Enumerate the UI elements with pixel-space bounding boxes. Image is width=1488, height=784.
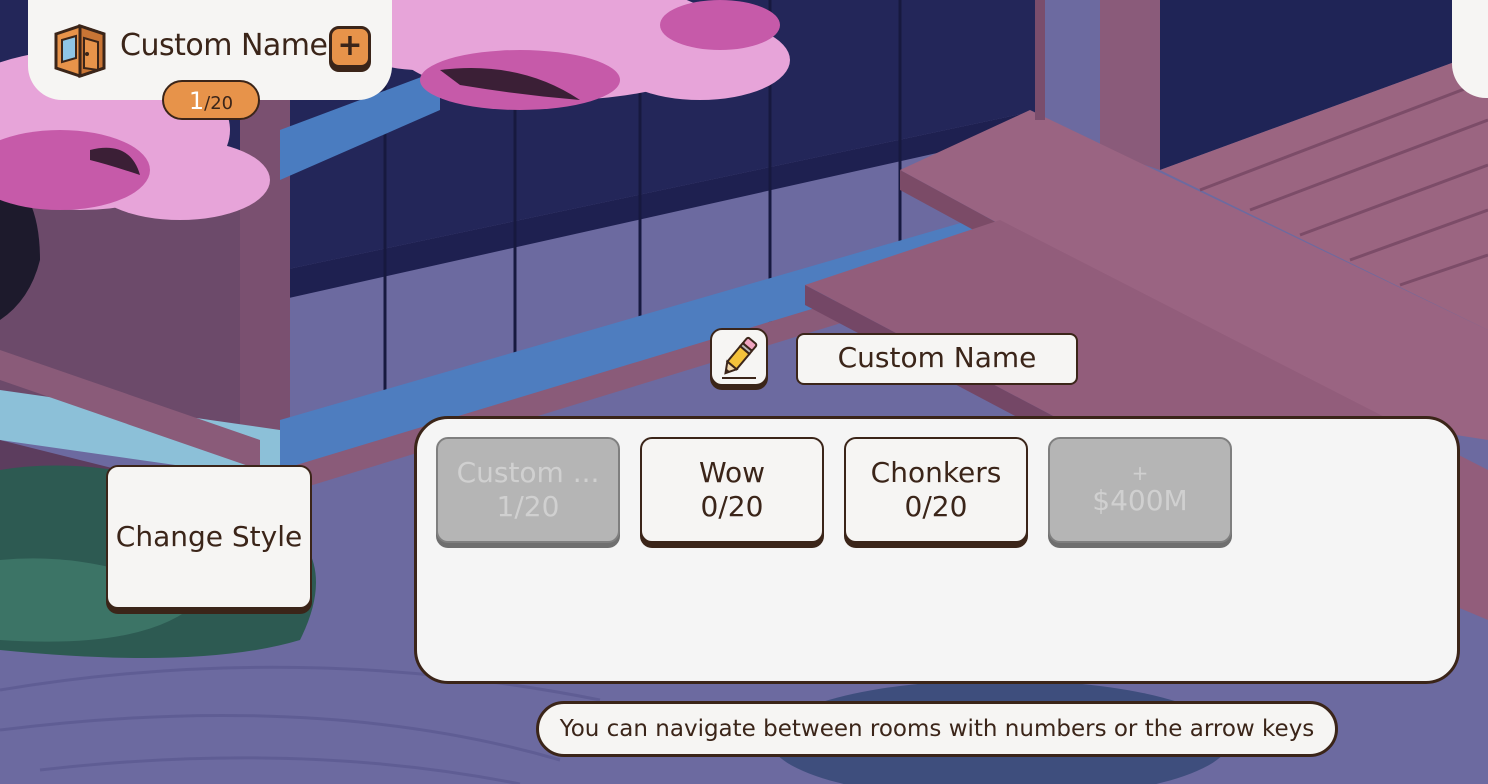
pencil-icon [722, 336, 758, 379]
style-option-name: Custom ... [456, 456, 600, 489]
style-option-chonkers[interactable]: Chonkers 0/20 [844, 437, 1028, 543]
buy-slot-plus-label: + [1131, 462, 1149, 484]
buy-style-slot-button[interactable]: + $400M [1048, 437, 1232, 543]
style-option-name: Chonkers [870, 456, 1002, 489]
add-room-button[interactable]: + [329, 26, 371, 68]
room-count-badge: 1/20 [162, 80, 260, 120]
room-count-current: 1 [188, 87, 205, 115]
room-door-icon [54, 23, 106, 79]
style-option-count: 1/20 [496, 490, 560, 523]
room-name-field[interactable]: Custom Name [796, 333, 1078, 385]
top-right-panel-edge [1452, 0, 1488, 98]
buy-slot-price: $400M [1092, 484, 1188, 517]
style-option-count: 0/20 [700, 490, 764, 523]
room-count-total: /20 [204, 93, 234, 114]
style-option-custom[interactable]: Custom ... 1/20 [436, 437, 620, 543]
edit-name-button[interactable] [710, 328, 768, 386]
change-style-button[interactable]: Change Style [106, 465, 312, 609]
style-option-count: 0/20 [904, 490, 968, 523]
style-option-wow[interactable]: Wow 0/20 [640, 437, 824, 543]
style-option-name: Wow [698, 456, 766, 489]
navigation-hint: You can navigate between rooms with numb… [536, 701, 1338, 757]
room-name-label: Custom Name [120, 28, 328, 63]
